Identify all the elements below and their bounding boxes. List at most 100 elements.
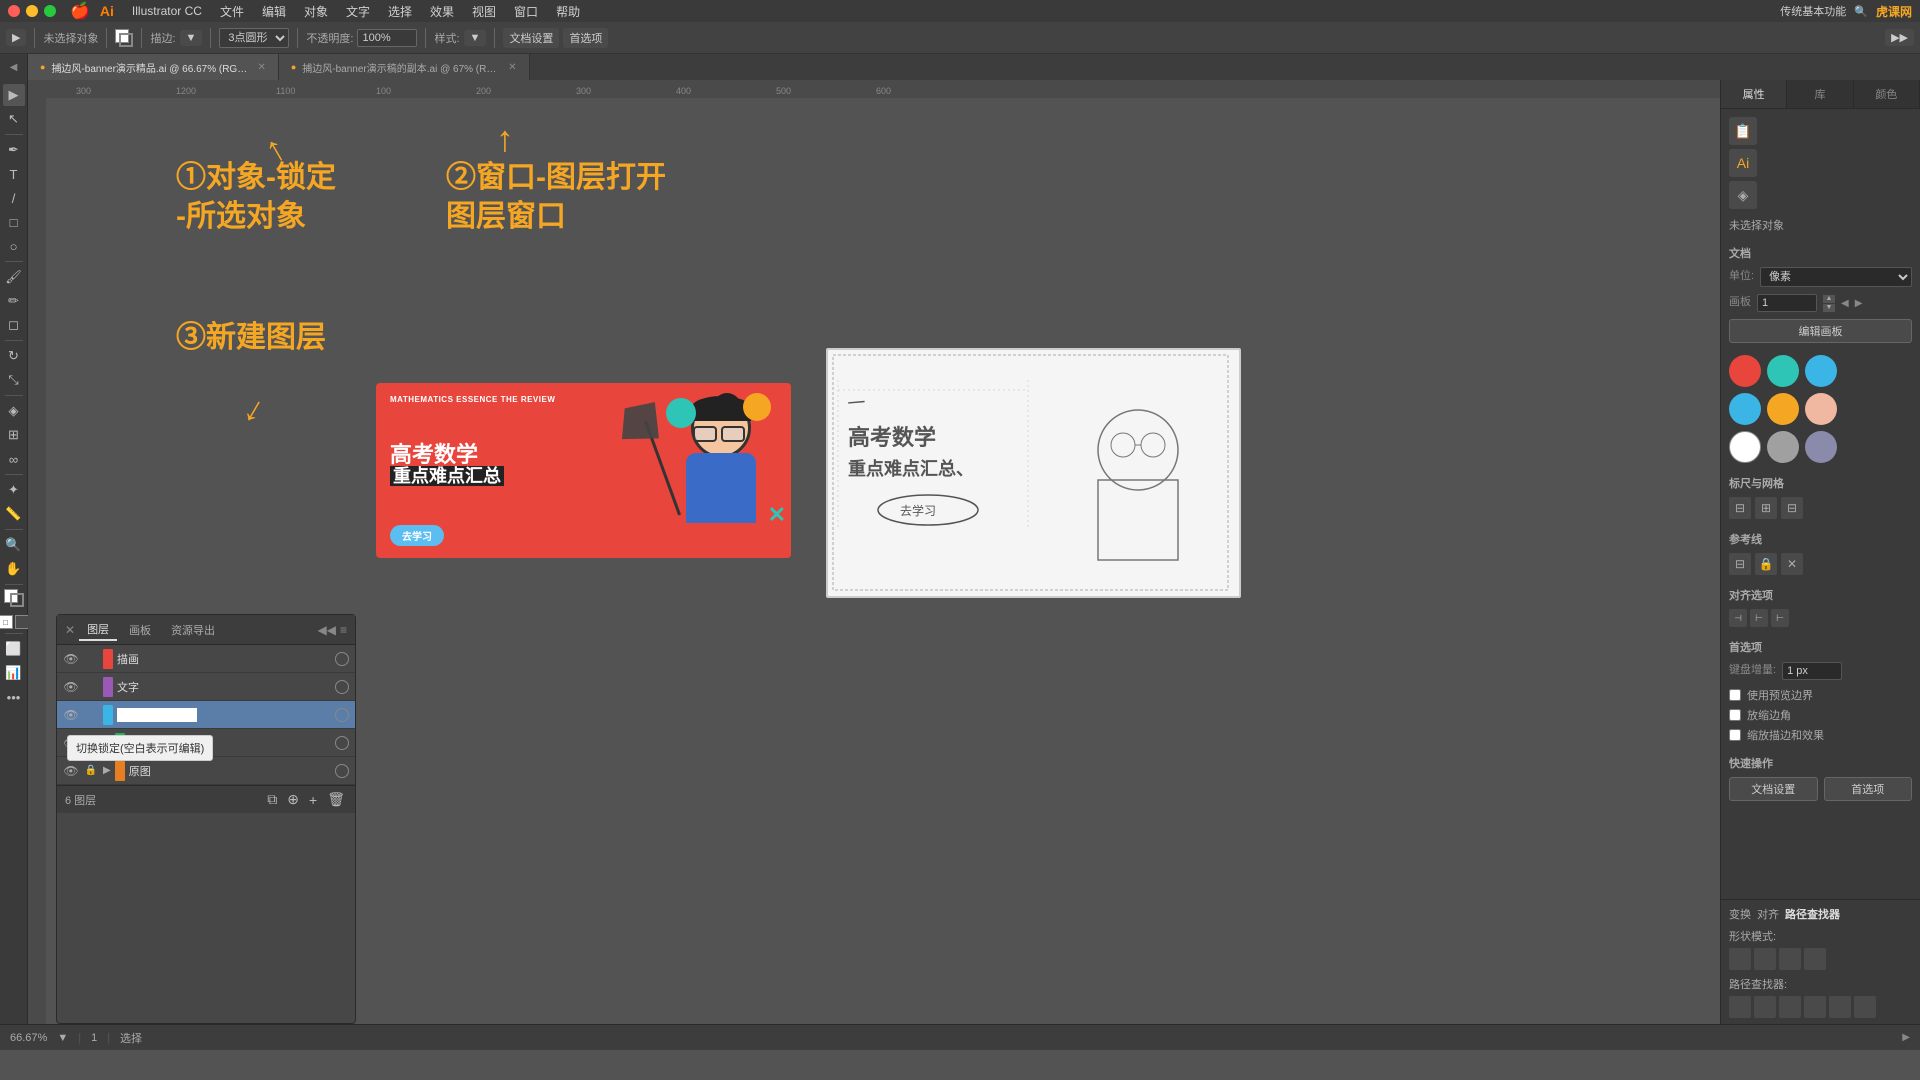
swatch-6[interactable]: [1729, 431, 1761, 463]
paintbrush-tool[interactable]: 🖌: [3, 266, 25, 288]
type-tool[interactable]: T: [3, 163, 25, 185]
exclude-btn[interactable]: [1804, 948, 1826, 970]
artboard-down[interactable]: ▼: [1823, 304, 1835, 312]
show-guides-icon[interactable]: ⊟: [1729, 553, 1751, 575]
grid-icon[interactable]: ⊞: [1755, 497, 1777, 519]
scale-tool[interactable]: ⤡: [3, 369, 25, 391]
pen-tool[interactable]: ✒: [3, 139, 25, 161]
layer-target-2[interactable]: [335, 708, 349, 722]
merge-btn[interactable]: [1779, 996, 1801, 1018]
menu-item-view[interactable]: 视图: [464, 3, 504, 20]
menu-item-file[interactable]: 文件: [212, 3, 252, 20]
tool-selector[interactable]: ▶: [6, 29, 26, 46]
bar-chart-tool[interactable]: 📊: [3, 662, 25, 684]
trim-btn[interactable]: [1754, 996, 1776, 1018]
clear-guides-icon[interactable]: ✕: [1781, 553, 1803, 575]
unite-btn[interactable]: [1729, 948, 1751, 970]
canvas-area[interactable]: 300 1200 1100 100 200 300 400 500 600 ①对…: [28, 80, 1720, 1024]
layers-tab-layers[interactable]: 图层: [79, 619, 117, 641]
menu-item-edit[interactable]: 编辑: [254, 3, 294, 20]
blend-tool[interactable]: ∞: [3, 448, 25, 470]
zoom-dropdown[interactable]: ▼: [57, 1032, 68, 1044]
transform-icon[interactable]: ◈: [1729, 181, 1757, 209]
swatch-1[interactable]: [1767, 355, 1799, 387]
eraser-tool[interactable]: ◻: [3, 314, 25, 336]
layer-row-2[interactable]: 👁: [57, 701, 355, 729]
properties-icon[interactable]: 📋: [1729, 117, 1757, 145]
menu-item-window[interactable]: 窗口: [506, 3, 546, 20]
artboard-input[interactable]: [1757, 294, 1817, 312]
normal-mode-btn[interactable]: □: [0, 615, 13, 629]
preview-bounds-checkbox[interactable]: [1729, 689, 1741, 701]
new-layer-btn[interactable]: +: [307, 790, 319, 810]
drawing-mode-btn[interactable]: [15, 615, 29, 629]
menu-item-select[interactable]: 选择: [380, 3, 420, 20]
new-sublayer-btn[interactable]: ⊕: [285, 789, 301, 810]
make-clipping-mask-btn[interactable]: ⧉: [265, 789, 279, 810]
menu-item-app[interactable]: Illustrator CC: [124, 4, 210, 18]
rotate-tool[interactable]: ↻: [3, 345, 25, 367]
tab-close-1[interactable]: ✕: [257, 62, 265, 73]
mesh-tool[interactable]: ⊞: [3, 424, 25, 446]
layer-target-4[interactable]: [335, 764, 349, 778]
lock-toggle-4[interactable]: 🔒: [83, 763, 99, 779]
status-bar-expand[interactable]: ▶: [1902, 1032, 1910, 1043]
select-tool[interactable]: ▶: [3, 84, 25, 106]
swatch-5[interactable]: [1805, 393, 1837, 425]
panel-menu-btn[interactable]: ≡: [340, 623, 347, 637]
edit-artboard-btn[interactable]: 编辑画板: [1729, 319, 1912, 343]
visibility-toggle-0[interactable]: 👁: [63, 651, 79, 667]
tab-file-2[interactable]: ● 捕边风-banner演示稿的副本.ai @ 67% (RGB/GPU 推送)…: [279, 54, 530, 80]
pixel-grid-icon[interactable]: ⊟: [1781, 497, 1803, 519]
swatch-3[interactable]: [1729, 393, 1761, 425]
menu-item-text[interactable]: 文字: [338, 3, 378, 20]
nudge-input[interactable]: [1782, 662, 1842, 680]
line-tool[interactable]: /: [3, 187, 25, 209]
lock-toggle-0[interactable]: [83, 651, 99, 667]
rect-tool[interactable]: □: [3, 211, 25, 233]
direct-select-tool[interactable]: ↖: [3, 108, 25, 130]
libraries-tab[interactable]: 库: [1787, 80, 1853, 108]
tab-close-2[interactable]: ✕: [508, 62, 516, 73]
tab-scroll-left[interactable]: ◀: [10, 62, 18, 73]
swatch-4[interactable]: [1767, 393, 1799, 425]
align-bottom-tab[interactable]: 对齐: [1757, 906, 1779, 922]
visibility-toggle-2[interactable]: 👁: [63, 707, 79, 723]
artboard-nav-next[interactable]: ▶: [1855, 298, 1863, 309]
fullscreen-button[interactable]: [44, 5, 56, 17]
transform-bottom-tab[interactable]: 变换: [1729, 906, 1751, 922]
layer-row-4[interactable]: 👁 🔒 ▶ 原图: [57, 757, 355, 785]
artboard-nav-prev[interactable]: ◀: [1841, 298, 1849, 309]
ellipse-tool[interactable]: ○: [3, 235, 25, 257]
outline-btn[interactable]: [1829, 996, 1851, 1018]
search-icon[interactable]: 🔍: [1854, 5, 1868, 18]
zoom-tool[interactable]: 🔍: [3, 534, 25, 556]
layer-name-input[interactable]: [117, 708, 197, 722]
unit-select[interactable]: 像素: [1760, 267, 1912, 287]
preferences-btn[interactable]: 首选项: [563, 28, 608, 48]
menu-item-object[interactable]: 对象: [296, 3, 336, 20]
lock-toggle-2[interactable]: [83, 707, 99, 723]
pencil-tool[interactable]: ✏: [3, 290, 25, 312]
intersect-btn[interactable]: [1779, 948, 1801, 970]
style-selector[interactable]: ▼: [464, 30, 487, 46]
appearance-icon[interactable]: Ai: [1729, 149, 1757, 177]
scale-stroke-checkbox[interactable]: [1729, 729, 1741, 741]
more-tools[interactable]: •••: [3, 686, 25, 708]
layers-tab-artboards[interactable]: 画板: [121, 620, 159, 640]
gradient-tool[interactable]: ◈: [3, 400, 25, 422]
delete-layer-btn[interactable]: 🗑: [325, 789, 347, 810]
lock-guides-icon[interactable]: 🔒: [1755, 553, 1777, 575]
swatch-8[interactable]: [1805, 431, 1837, 463]
swatch-2[interactable]: [1805, 355, 1837, 387]
tab-file-1[interactable]: ● 捕边风-banner演示精品.ai @ 66.67% (RGB/GPU 预览…: [28, 54, 279, 80]
layer-target-1[interactable]: [335, 680, 349, 694]
ruler-icon[interactable]: ⊟: [1729, 497, 1751, 519]
hand-tool[interactable]: ✋: [3, 558, 25, 580]
menu-item-effect[interactable]: 效果: [422, 3, 462, 20]
minus-back-btn[interactable]: [1854, 996, 1876, 1018]
opacity-input[interactable]: [357, 29, 417, 47]
align-center-h-icon[interactable]: ⊢: [1750, 609, 1768, 627]
round-corners-checkbox[interactable]: [1729, 709, 1741, 721]
preferences-quick-btn[interactable]: 首选项: [1824, 777, 1913, 801]
